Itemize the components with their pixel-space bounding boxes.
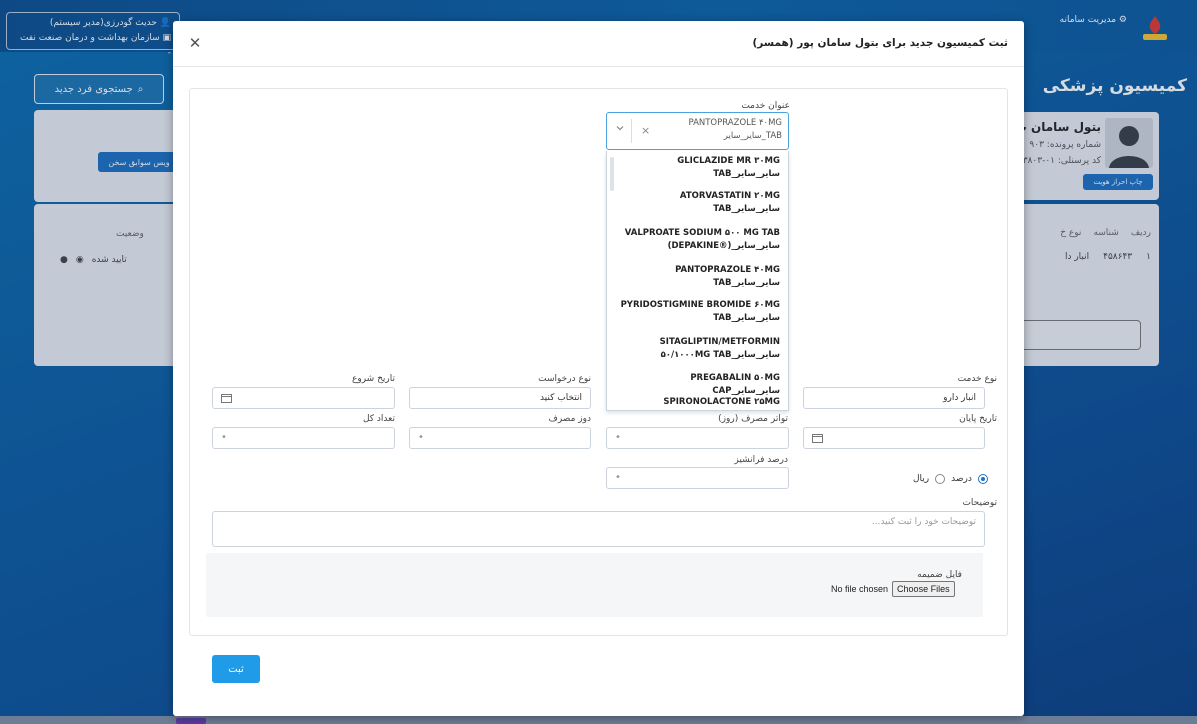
- chevron-down-icon[interactable]: [615, 123, 625, 133]
- file-input[interactable]: No file chosen Choose Files: [831, 581, 955, 597]
- dropdown-option[interactable]: PANTOPRAZOLE ۴۰MG TAB_سایر_سایر: [620, 264, 780, 290]
- dropdown-option[interactable]: ATORVASTATIN ۲۰MG TAB_سایر_سایر: [620, 190, 780, 216]
- new-commission-modal: ثبت کمیسیون جدید برای بتول سامان پور (هم…: [173, 21, 1024, 716]
- calendar-icon[interactable]: [221, 393, 232, 403]
- end-date-label: تاریخ پایان: [959, 414, 997, 424]
- radio-percent[interactable]: [977, 474, 988, 484]
- spin-indicator: •: [418, 432, 424, 443]
- dropdown-option[interactable]: PYRIDOSTIGMINE BROMIDE ۶۰MG TAB_سایر_سای…: [620, 299, 780, 325]
- dose-field[interactable]: •: [409, 427, 591, 449]
- description-textarea[interactable]: توضیحات خود را ثبت کنید...: [212, 511, 985, 547]
- frequency-field[interactable]: •: [606, 427, 789, 449]
- calendar-icon[interactable]: [812, 433, 823, 443]
- modal-header: ثبت کمیسیون جدید برای بتول سامان پور (هم…: [173, 21, 1024, 67]
- total-count-field[interactable]: •: [212, 427, 395, 449]
- service-type-label: نوع خدمت: [957, 374, 997, 384]
- spin-indicator: •: [615, 432, 621, 443]
- start-date-label: تاریخ شروع: [352, 374, 395, 384]
- clear-icon[interactable]: ×: [641, 124, 650, 137]
- service-title-label: عنوان خدمت: [741, 101, 790, 111]
- dropdown-option[interactable]: PREGABALIN ۵۰MG CAP_سایر_سایر: [620, 372, 780, 398]
- dropdown-option[interactable]: SITAGLIPTIN/METFORMIN ۵۰/۱۰۰۰MG TAB_سایر…: [620, 336, 780, 362]
- request-type-select[interactable]: انتخاب کنید: [409, 387, 591, 409]
- service-selected-value: PANTOPRAZOLE ۴۰MG TAB_سایر_سایر: [688, 118, 782, 141]
- service-dropdown-list[interactable]: GLICLAZIDE MR ۳۰MG TAB_سایر_سایر ATORVAS…: [606, 151, 789, 411]
- close-icon[interactable]: ✕: [187, 35, 203, 51]
- attachment-label: فایل ضمیمه: [917, 570, 962, 580]
- dropdown-option[interactable]: GLICLAZIDE MR ۳۰MG TAB_سایر_سایر: [620, 155, 780, 181]
- description-label: توضیحات: [962, 498, 997, 508]
- service-type-field[interactable]: انبار دارو: [803, 387, 985, 409]
- submit-button[interactable]: ثبت: [212, 655, 260, 683]
- franchise-field[interactable]: •: [606, 467, 789, 489]
- radio-rial-label: ریال: [913, 474, 930, 484]
- select-separator: [631, 119, 632, 143]
- frequency-label: تواتر مصرف (روز): [718, 414, 788, 424]
- dropdown-option[interactable]: VALPROATE SODIUM ۵۰۰ MG TAB (DEPAKINE®)_…: [620, 227, 780, 253]
- total-count-label: تعداد کل: [362, 414, 395, 424]
- dose-label: دوز مصرف: [548, 414, 591, 424]
- dropdown-option[interactable]: SPIRONOLACTONE ۲۵MG: [620, 396, 780, 409]
- spin-indicator: •: [221, 432, 227, 443]
- modal-title: ثبت کمیسیون جدید برای بتول سامان پور (هم…: [752, 37, 1008, 49]
- choose-files-button[interactable]: Choose Files: [892, 581, 955, 597]
- franchise-unit-radio-group: درصد ریال: [913, 474, 988, 484]
- spin-indicator: •: [615, 472, 621, 483]
- service-title-select[interactable]: PANTOPRAZOLE ۴۰MG TAB_سایر_سایر ×: [606, 112, 789, 150]
- dropdown-scrollbar[interactable]: [610, 157, 614, 191]
- franchise-label: درصد فرانشیز: [734, 455, 788, 465]
- start-date-field[interactable]: [212, 387, 395, 409]
- radio-percent-label: درصد: [951, 474, 972, 484]
- end-date-field[interactable]: [803, 427, 985, 449]
- request-type-label: نوع درخواست: [538, 374, 591, 384]
- radio-rial[interactable]: [935, 474, 946, 484]
- no-file-text: No file chosen: [831, 584, 889, 594]
